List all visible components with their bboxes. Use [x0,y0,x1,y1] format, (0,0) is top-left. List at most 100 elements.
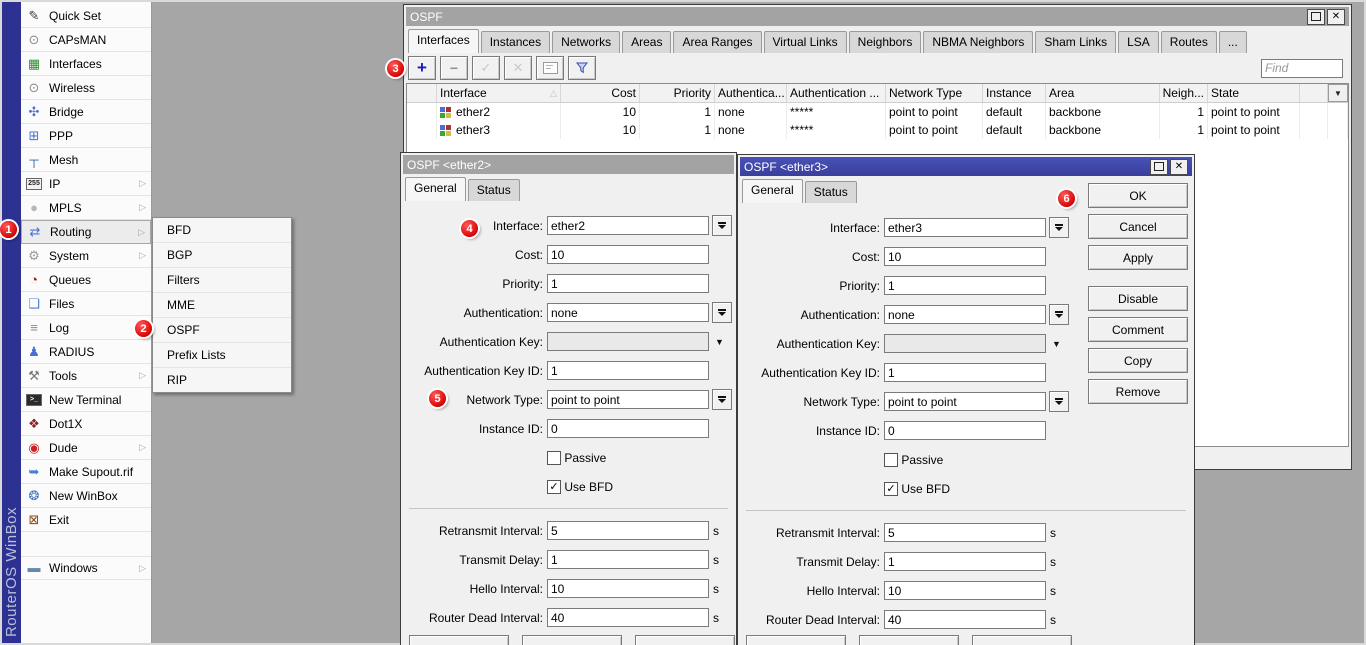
hello-interval-field[interactable] [884,581,1046,600]
sidebar-item-ppp[interactable]: ⊞PPP [21,124,151,148]
sidebar-item-tools[interactable]: ⚒Tools▷ [21,364,151,388]
close-button[interactable]: ✕ [1327,9,1345,25]
router-dead-interval-field[interactable] [547,608,709,627]
sidebar-item-new-terminal[interactable]: >_New Terminal [21,388,151,412]
tab-[interactable]: ... [1219,31,1247,53]
clipped-button[interactable] [522,635,622,645]
column-header-cost[interactable]: Cost [561,84,640,102]
cancel-button[interactable]: Cancel [1088,214,1188,239]
column-header-network-type[interactable]: Network Type [886,84,983,102]
ether2-dialog-titlebar[interactable]: OSPF <ether2> [403,155,734,174]
cost-field[interactable] [547,245,709,264]
column-header-neigh[interactable]: Neigh... [1160,84,1208,102]
retransmit-interval-field[interactable] [884,523,1046,542]
sidebar-item-make-supout-rif[interactable]: ➥Make Supout.rif [21,460,151,484]
sidebar-item-mpls[interactable]: ●MPLS▷ [21,196,151,220]
sidebar-item-queues[interactable]: ◔Queues [21,268,151,292]
tab-instances[interactable]: Instances [481,31,550,53]
dropdown-button[interactable] [712,215,732,236]
sidebar-item-dude[interactable]: ◉Dude▷ [21,436,151,460]
sidebar-item-wireless[interactable]: ⊙Wireless [21,76,151,100]
column-header-interface[interactable]: Interface△ [437,84,561,102]
authentication-key-field[interactable] [547,332,709,351]
instance-id-field[interactable] [884,421,1046,440]
sidebar-item-bridge[interactable]: ✣Bridge [21,100,151,124]
submenu-item-rip[interactable]: RIP [153,368,291,392]
dropdown-button[interactable] [712,302,732,323]
enable-button[interactable]: ✓ [472,56,500,80]
sidebar-item-capsman[interactable]: ⊙CAPsMAN [21,28,151,52]
comment-button[interactable]: Comment [1088,317,1188,342]
passive-checkbox[interactable] [884,453,898,467]
column-header-flags[interactable] [407,84,437,102]
clipped-button[interactable] [409,635,509,645]
clipped-button[interactable] [859,635,959,645]
column-header-authentica[interactable]: Authentica... [715,84,787,102]
hello-interval-field[interactable] [547,579,709,598]
column-header-priority[interactable]: Priority [640,84,715,102]
authentication-field[interactable] [884,305,1046,324]
instance-id-field[interactable] [547,419,709,438]
network-type-field[interactable] [547,390,709,409]
tab-interfaces[interactable]: Interfaces [408,29,479,53]
submenu-item-bgp[interactable]: BGP [153,243,291,268]
maximize-button[interactable] [1307,9,1325,25]
ok-button[interactable]: OK [1088,183,1188,208]
remove-button[interactable]: Remove [1088,379,1188,404]
clipped-button[interactable] [635,635,735,645]
tab-networks[interactable]: Networks [552,31,620,53]
transmit-delay-field[interactable] [547,550,709,569]
priority-field[interactable] [547,274,709,293]
ospf-window-titlebar[interactable]: OSPF ✕ [406,7,1349,26]
sidebar-item-mesh[interactable]: ┬Mesh [21,148,151,172]
tab-virtual-links[interactable]: Virtual Links [764,31,847,53]
sidebar-item-radius[interactable]: ♟RADIUS [21,340,151,364]
use-bfd-checkbox[interactable]: ✓ [884,482,898,496]
column-options-button[interactable]: ▼ [1328,84,1348,102]
transmit-delay-field[interactable] [884,552,1046,571]
sidebar-item-log[interactable]: ≡Log [21,316,151,340]
dropdown-button[interactable] [712,389,732,410]
retransmit-interval-field[interactable] [547,521,709,540]
sidebar-item-new-winbox[interactable]: ❂New WinBox [21,484,151,508]
ether3-tab-status[interactable]: Status [805,181,857,203]
priority-field[interactable] [884,276,1046,295]
column-header-authentication[interactable]: Authentication ... [787,84,886,102]
dropdown-button[interactable] [1049,217,1069,238]
interface-field[interactable] [547,216,709,235]
table-row[interactable]: ether2101none*****point to pointdefaultb… [407,103,1348,121]
sidebar-item-routing[interactable]: ⇄Routing▷ [21,220,151,244]
tab-sham-links[interactable]: Sham Links [1035,31,1116,53]
dropdown-arrow-icon[interactable]: ▼ [715,337,724,347]
router-dead-interval-field[interactable] [884,610,1046,629]
tab-areas[interactable]: Areas [622,31,671,53]
tab-neighbors[interactable]: Neighbors [849,31,922,53]
filter-button[interactable] [568,56,596,80]
disable-button[interactable]: ✕ [504,56,532,80]
tab-nbma-neighbors[interactable]: NBMA Neighbors [923,31,1033,53]
remove-button[interactable]: − [440,56,468,80]
submenu-item-ospf[interactable]: OSPF [153,318,291,343]
close-button[interactable]: ✕ [1170,159,1188,175]
tab-routes[interactable]: Routes [1161,31,1217,53]
tab-area-ranges[interactable]: Area Ranges [673,31,761,53]
ether3-dialog-titlebar[interactable]: OSPF <ether3>✕ [740,157,1192,176]
add-button[interactable]: + [408,56,436,80]
comment-button[interactable] [536,56,564,80]
network-type-field[interactable] [884,392,1046,411]
submenu-item-filters[interactable]: Filters [153,268,291,293]
copy-button[interactable]: Copy [1088,348,1188,373]
maximize-button[interactable] [1150,159,1168,175]
table-row[interactable]: ether3101none*****point to pointdefaultb… [407,121,1348,139]
sidebar-item-dot1x[interactable]: ❖Dot1X [21,412,151,436]
interface-field[interactable] [884,218,1046,237]
ether2-tab-status[interactable]: Status [468,179,520,201]
clipped-button[interactable] [972,635,1072,645]
authentication-field[interactable] [547,303,709,322]
sidebar-item-files[interactable]: ❏Files [21,292,151,316]
find-input[interactable] [1261,59,1343,78]
sidebar-item-interfaces[interactable]: ▦Interfaces [21,52,151,76]
passive-checkbox[interactable] [547,451,561,465]
use-bfd-checkbox[interactable]: ✓ [547,480,561,494]
cost-field[interactable] [884,247,1046,266]
